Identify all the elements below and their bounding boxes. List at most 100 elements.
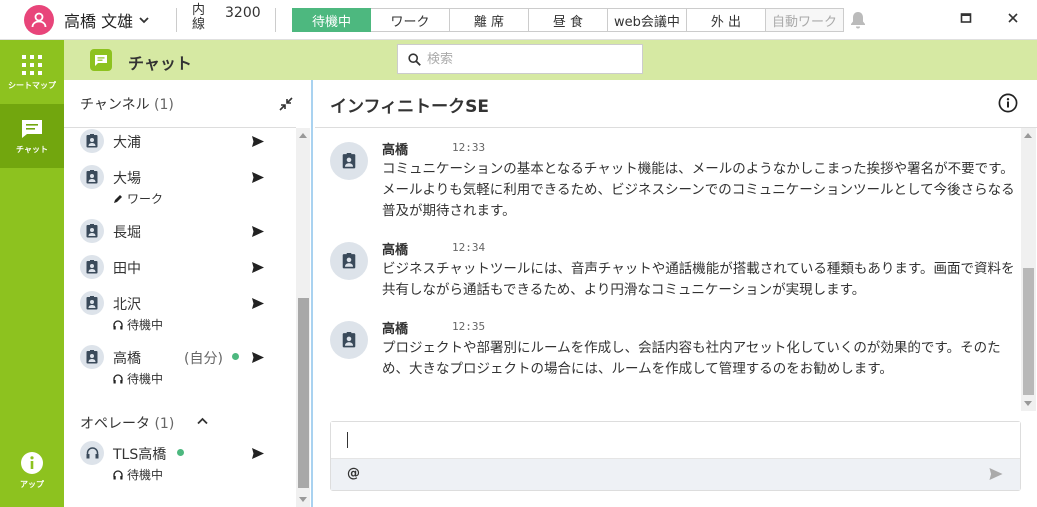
section-header: チャット <box>64 40 1037 80</box>
status-button-out[interactable]: 外 出 <box>687 8 766 32</box>
channel-scrollbar[interactable] <box>296 128 310 507</box>
contact-icon <box>80 345 104 369</box>
send-icon[interactable] <box>252 226 264 237</box>
chat-room: インフィニトークSE 高橋 12:33 コミュニケーションの基本となるチャット機… <box>315 80 1037 507</box>
headset-icon <box>113 373 123 383</box>
search-icon <box>408 52 421 66</box>
composer-toolbar: @ <box>331 458 1020 490</box>
scrollbar-thumb[interactable] <box>298 298 309 488</box>
contact-icon <box>330 242 368 280</box>
sidebar-item-label: シートマップ <box>8 80 56 90</box>
message-composer: @ <box>330 421 1021 491</box>
scroll-up-arrow-icon[interactable] <box>299 133 307 138</box>
status-button-waiting[interactable]: 待機中 <box>292 8 371 32</box>
user-name: 高橋 文雄 <box>64 12 134 31</box>
channel-status: 待機中 <box>113 316 163 333</box>
send-icon[interactable] <box>252 136 264 147</box>
operator-list-header[interactable]: オペレータ (1) <box>80 413 174 433</box>
chevron-up-icon[interactable] <box>197 417 208 425</box>
headset-icon <box>113 319 123 329</box>
channel-panel: チャンネル (1) 大浦 大場 ワーク 長堀 田中 北沢 待機中 高橋 (自分)… <box>64 80 313 507</box>
message-time: 12:33 <box>452 141 486 154</box>
channel-name: 高橋 <box>113 351 141 367</box>
message-input[interactable] <box>331 422 1020 458</box>
sidebar-item-seat-map[interactable]: シートマップ <box>0 40 64 104</box>
contact-icon <box>330 142 368 180</box>
mention-button[interactable]: @ <box>347 466 360 481</box>
status-button-lunch[interactable]: 昼 食 <box>529 8 608 32</box>
self-label: (自分) <box>184 351 223 367</box>
operator-name: TLS高橋 <box>113 447 167 463</box>
message-sender: 高橋 <box>382 322 409 337</box>
message-text: ビジネスチャットツールには、音声チャットや通話機能が搭載されている種類もあります… <box>382 261 1015 298</box>
channel-list-title: チャンネル <box>80 97 150 113</box>
divider <box>275 8 276 32</box>
contact-icon <box>80 291 104 315</box>
search-input[interactable] <box>427 51 627 67</box>
send-icon[interactable] <box>989 468 1003 480</box>
channel-status: 待機中 <box>113 370 163 387</box>
channel-status-text: 待機中 <box>127 372 164 386</box>
close-icon[interactable] <box>1007 12 1019 24</box>
operator-status-text: 待機中 <box>127 468 164 482</box>
title-bar: 高橋 文雄 内線 3200 待機中 ワーク 離 席 昼 食 web会議中 外 出… <box>0 0 1037 40</box>
contact-icon <box>80 219 104 243</box>
channel-name: 田中 <box>113 261 141 277</box>
collapse-icon[interactable] <box>278 96 294 112</box>
divider <box>64 127 296 128</box>
page-title: チャット <box>128 54 192 73</box>
user-avatar-icon <box>24 5 54 35</box>
sidebar-item-label: アップ <box>20 479 44 489</box>
send-icon[interactable] <box>252 262 264 273</box>
online-status-dot <box>232 353 239 360</box>
message-time: 12:35 <box>452 320 486 333</box>
channel-name: 大場 <box>113 171 141 187</box>
status-button-work[interactable]: ワーク <box>371 8 450 32</box>
contact-icon <box>80 129 104 153</box>
contact-icon <box>80 165 104 189</box>
status-selector: 待機中 ワーク 離 席 昼 食 web会議中 外 出 自動ワーク <box>292 8 844 32</box>
scroll-up-arrow-icon[interactable] <box>1024 133 1032 138</box>
maximize-icon[interactable] <box>960 12 972 24</box>
scrollbar-thumb[interactable] <box>1023 268 1034 395</box>
send-icon[interactable] <box>252 448 264 459</box>
info-icon[interactable] <box>998 93 1018 113</box>
chat-icon <box>22 119 42 138</box>
search-box <box>397 44 643 74</box>
send-icon[interactable] <box>252 298 264 309</box>
channel-list-header: チャンネル (1) <box>80 94 174 114</box>
send-icon[interactable] <box>252 172 264 183</box>
status-button-away[interactable]: 離 席 <box>450 8 529 32</box>
extension-number: 3200 <box>225 5 261 21</box>
text-cursor <box>347 432 348 448</box>
grid-icon <box>22 54 42 75</box>
operator-count: (1) <box>154 416 175 432</box>
send-icon[interactable] <box>252 352 264 363</box>
pencil-icon <box>114 194 122 203</box>
channel-count: (1) <box>154 97 174 113</box>
operator-list-title: オペレータ <box>80 416 150 432</box>
channel-status-text: 待機中 <box>127 318 164 332</box>
channel-status-text: ワーク <box>127 192 164 206</box>
message-scrollbar[interactable] <box>1021 128 1036 411</box>
online-status-dot <box>177 449 184 456</box>
info-icon <box>21 451 43 474</box>
scroll-down-arrow-icon[interactable] <box>299 497 307 502</box>
channel-name: 北沢 <box>113 297 141 313</box>
chevron-down-icon <box>139 17 149 24</box>
chat-icon <box>90 49 112 71</box>
app-sidebar: シートマップ チャット アップ <box>0 40 64 507</box>
channel-name: 長堀 <box>113 225 141 241</box>
sidebar-item-chat[interactable]: チャット <box>0 104 64 168</box>
contact-icon <box>330 321 368 359</box>
sidebar-item-app[interactable]: アップ <box>0 438 64 502</box>
scroll-down-arrow-icon[interactable] <box>1024 401 1032 406</box>
status-button-web-meeting[interactable]: web会議中 <box>608 8 687 32</box>
user-menu[interactable]: 高橋 文雄 <box>24 5 149 35</box>
bell-icon[interactable] <box>848 10 868 30</box>
message-time: 12:34 <box>452 241 486 254</box>
divider <box>315 127 1037 128</box>
extension-label: 内線 <box>192 3 206 32</box>
sidebar-item-label: チャット <box>16 144 48 154</box>
message-sender: 高橋 <box>382 143 409 158</box>
